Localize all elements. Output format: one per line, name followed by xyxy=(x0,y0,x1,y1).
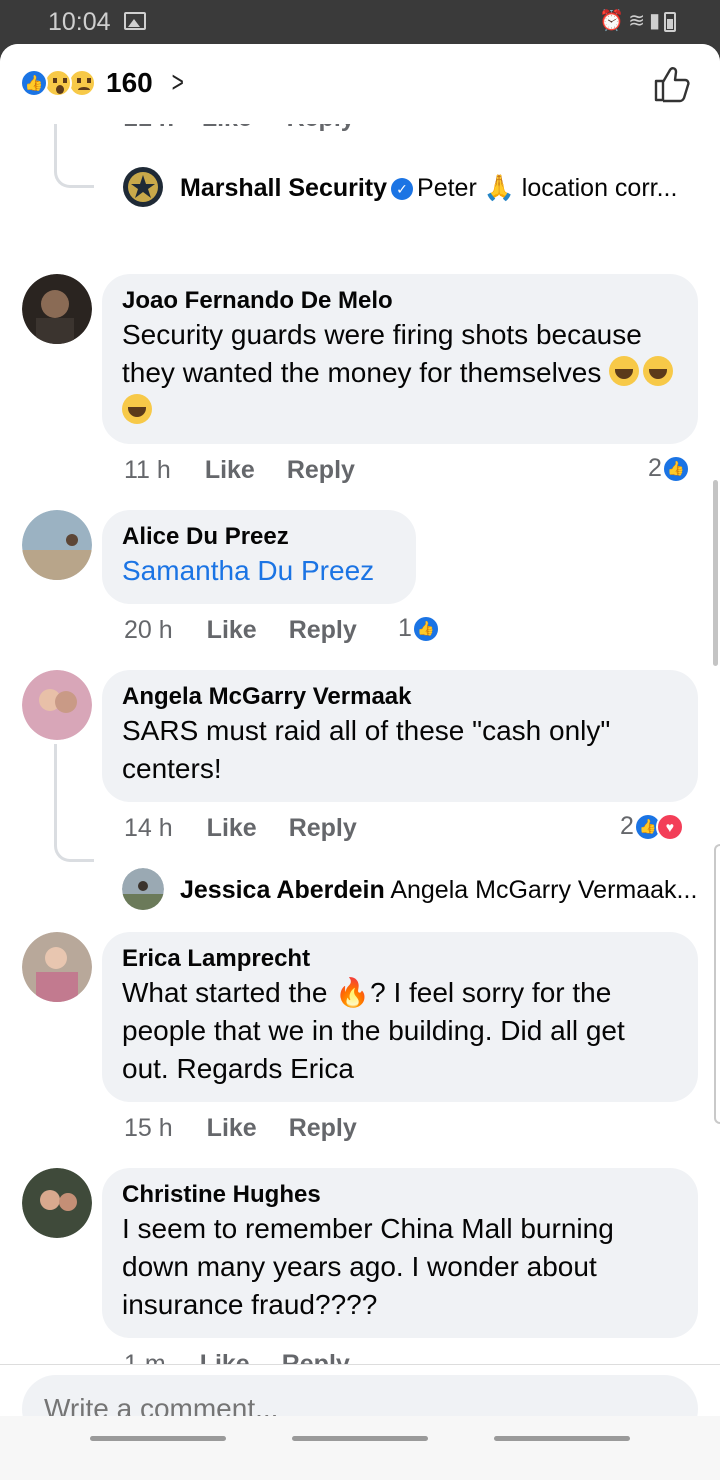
reaction-count: 160 xyxy=(106,67,153,98)
alarm-icon: ⏰ xyxy=(599,10,629,32)
comment-meta: 15 h Like Reply xyxy=(124,1114,389,1143)
comment-bubble: Angela McGarry Vermaak SARS must raid al… xyxy=(102,670,698,802)
like-reaction-icon: 👍 xyxy=(20,69,48,97)
reply-button[interactable]: Reply xyxy=(289,616,357,644)
reply-button[interactable]: Reply xyxy=(287,456,355,484)
avatar[interactable] xyxy=(22,1168,92,1238)
like-button[interactable]: Like xyxy=(207,1114,257,1142)
comment-text: SARS must raid all of these "cash only" … xyxy=(122,715,611,784)
reply-jessica-aberdein[interactable]: Jessica Aberdein Angela McGarry Vermaak.… xyxy=(180,874,697,906)
comment-author[interactable]: Erica Lamprecht xyxy=(122,944,678,974)
reply-button[interactable]: Reply xyxy=(282,1350,350,1364)
love-reaction-icon: ♥ xyxy=(655,812,684,841)
comment-text: Security guards were firing shots becaus… xyxy=(122,319,642,388)
status-bar: 10:04 ⏰≋▮ xyxy=(0,0,720,44)
signal-icon: ▮ xyxy=(648,10,664,32)
reply-preview-text: Angela McGarry Vermaak... xyxy=(390,876,698,904)
avatar[interactable] xyxy=(22,932,92,1002)
fire-emoji-icon: 🔥 xyxy=(335,977,371,1008)
comment-text: I seem to remember China Mall burning do… xyxy=(122,1213,614,1320)
marshall-security-avatar[interactable] xyxy=(122,166,164,208)
recent-apps-button[interactable] xyxy=(90,1436,226,1441)
comment-bubble: Joao Fernando De Melo Security guards we… xyxy=(102,274,698,444)
reply-button[interactable]: Reply xyxy=(289,1114,357,1142)
comment-meta: 1 m Like Reply xyxy=(124,1350,382,1364)
comment-meta: 14 h Like Reply xyxy=(124,814,389,843)
reactions-summary[interactable]: 👍 160 > xyxy=(20,66,186,100)
battery-icon xyxy=(664,11,676,32)
wifi-icon: ≋ xyxy=(628,10,649,32)
comment-author[interactable]: Angela McGarry Vermaak xyxy=(122,682,678,712)
like-button[interactable]: Like xyxy=(207,616,257,644)
reply-button[interactable]: Reply xyxy=(289,814,357,842)
home-button[interactable] xyxy=(292,1436,428,1441)
comment-author[interactable]: Alice Du Preez xyxy=(122,522,396,552)
reply-author-name[interactable]: Marshall Security xyxy=(180,174,387,202)
comment-meta: 11 h Like Reply xyxy=(124,456,387,485)
comment-bubble: Alice Du Preez Samantha Du Preez xyxy=(102,510,416,604)
comment-time: 14 h xyxy=(124,814,173,842)
jessica-aberdein-avatar[interactable] xyxy=(122,868,164,910)
comment-time: 1 m xyxy=(124,1350,166,1364)
status-time: 10:04 xyxy=(48,8,111,36)
partial-comment-meta: 21 h Like Reply xyxy=(124,124,355,133)
wow-reaction-icon xyxy=(44,69,72,97)
comment-bubble: Erica Lamprecht What started the 🔥? I fe… xyxy=(102,932,698,1102)
chevron-right-icon: > xyxy=(171,66,184,99)
reply-author-name[interactable]: Jessica Aberdein xyxy=(180,876,385,904)
verified-badge-icon: ✓ xyxy=(391,178,414,201)
sad-reaction-icon xyxy=(68,69,96,97)
like-button[interactable]: Like xyxy=(205,456,255,484)
like-reaction-icon: 👍 xyxy=(411,614,440,643)
like-button[interactable]: Like xyxy=(200,1350,250,1364)
system-navigation-bar xyxy=(0,1416,720,1480)
like-button[interactable]: Like xyxy=(207,814,257,842)
thread-line xyxy=(54,124,94,188)
comment-reactions[interactable]: 2 👍 ♥ xyxy=(620,812,684,841)
back-button[interactable] xyxy=(494,1436,630,1441)
reply-preview-text: Peter 🙏 location corr... xyxy=(417,174,678,202)
avatar[interactable] xyxy=(22,274,92,344)
thread-line xyxy=(54,744,94,862)
comment-text: What started the xyxy=(122,977,328,1008)
like-post-icon[interactable] xyxy=(652,64,692,104)
comment-author[interactable]: Christine Hughes xyxy=(122,1180,678,1210)
avatar[interactable] xyxy=(22,670,92,740)
reply-marshall-security[interactable]: Marshall Security ✓ Peter 🙏 location corr.… xyxy=(180,172,677,204)
laughing-emoji-icon xyxy=(122,394,152,424)
laughing-emoji-icon xyxy=(609,356,640,386)
comment-bubble: Christine Hughes I seem to remember Chin… xyxy=(102,1168,698,1338)
comments-sheet: 👍 160 > 21 h Like Reply Marshall Securit… xyxy=(0,44,720,1480)
comment-feed: 21 h Like Reply Marshall Security✓Peter … xyxy=(0,124,720,1364)
reactions-header: 👍 160 > xyxy=(0,44,720,124)
comment-reactions[interactable]: 2 👍 xyxy=(648,454,690,483)
status-icons: ⏰≋▮ xyxy=(599,8,676,33)
comment-time: 15 h xyxy=(124,1114,173,1142)
comment-meta: 20 h Like Reply xyxy=(124,616,389,645)
comment-time: 20 h xyxy=(124,616,173,644)
comment-reactions[interactable]: 1 👍 xyxy=(398,614,440,643)
comment-author[interactable]: Joao Fernando De Melo xyxy=(122,286,678,316)
scrollbar[interactable] xyxy=(713,480,718,666)
gallery-icon xyxy=(124,12,146,30)
like-reaction-icon: 👍 xyxy=(661,454,690,483)
avatar[interactable] xyxy=(22,510,92,580)
laughing-emoji-icon xyxy=(643,356,674,386)
edge-panel-handle[interactable] xyxy=(714,844,720,1124)
tagged-user-link[interactable]: Samantha Du Preez xyxy=(122,552,396,590)
comment-time: 11 h xyxy=(124,456,171,484)
